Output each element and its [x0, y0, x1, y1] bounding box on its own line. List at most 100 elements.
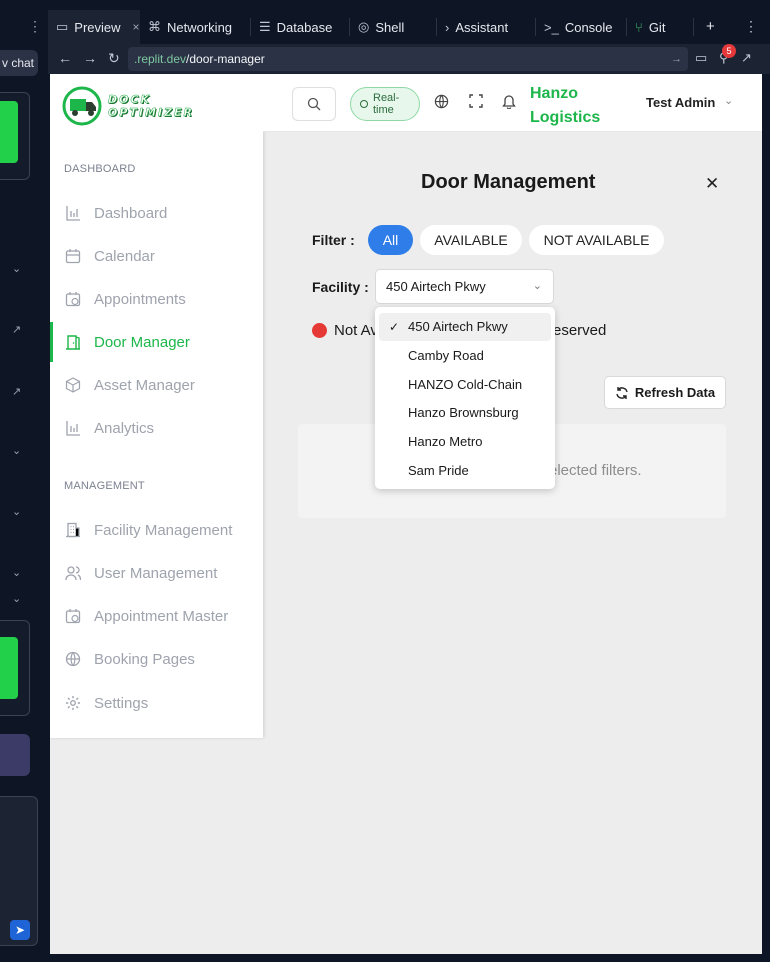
package-icon	[64, 376, 82, 394]
legend-not-available-label: Not Av	[334, 322, 378, 339]
sidebar-item-user-management[interactable]: User Management	[50, 553, 263, 593]
facility-select-value: 450 Airtech Pkwy	[386, 279, 486, 294]
refresh-label: Refresh Data	[634, 385, 716, 400]
tab-label: Git	[648, 19, 666, 35]
truck-logo-icon	[62, 86, 102, 126]
tab-label: Assistant	[455, 19, 509, 35]
facility-option[interactable]: HANZO Cold-Chain	[379, 371, 551, 399]
preview-browser-bar: ← → ↻ .replit.dev/door-manager → ▭ ⚲ 5 ↗	[48, 44, 770, 74]
git-icon: ⑂	[635, 19, 643, 35]
bar-chart-icon	[64, 204, 82, 222]
facility-option[interactable]: ✓ 450 Airtech Pkwy	[379, 313, 551, 341]
shell-icon: ◎	[358, 19, 370, 34]
search-button[interactable]	[292, 87, 336, 121]
tab-database[interactable]: ☰ Database	[251, 10, 349, 44]
open-link-icon[interactable]: ↗	[12, 385, 21, 398]
send-icon[interactable]: ➤	[10, 920, 30, 940]
back-icon[interactable]: ←	[58, 50, 72, 66]
facility-option[interactable]: Hanzo Brownsburg	[379, 399, 551, 427]
sidebar-item-label: Asset Manager	[94, 376, 195, 394]
sidebar: DOCK OPTIMIZER DASHBOARD Dashboard Calen…	[50, 74, 263, 738]
notification-badge: 5	[722, 44, 736, 58]
external-link-icon[interactable]: ↗	[741, 50, 752, 66]
chat-message-card	[0, 92, 30, 180]
sidebar-item-booking-pages[interactable]: Booking Pages	[50, 639, 263, 679]
calendar-icon	[64, 247, 82, 265]
reload-icon[interactable]: ↻	[108, 50, 120, 67]
top-header: Real-time Hanzo Logistics Test Admin ⌄	[263, 74, 762, 132]
sidebar-item-door-manager[interactable]: Door Manager	[50, 322, 263, 362]
url-bar[interactable]: .replit.dev/door-manager →	[128, 47, 688, 71]
filter-all-button[interactable]: All	[368, 225, 413, 255]
sidebar-item-appointment-master[interactable]: Appointment Master	[50, 596, 263, 636]
realtime-toggle[interactable]: Real-time	[350, 87, 420, 121]
tab-networking[interactable]: ⌘ Networking	[140, 10, 250, 44]
logo: DOCK OPTIMIZER	[62, 86, 202, 126]
tab-preview[interactable]: ▭ Preview ×	[48, 10, 140, 44]
chevron-down-icon[interactable]: ⌄	[12, 505, 21, 518]
url-host: .replit.dev	[134, 52, 187, 66]
sidebar-item-label: Appointment Master	[94, 607, 229, 625]
bell-icon[interactable]	[502, 94, 516, 112]
chat-bubble	[0, 734, 30, 776]
refresh-icon	[616, 386, 628, 399]
empty-state-text: elected filters.	[549, 462, 642, 479]
more-icon[interactable]: ⋮	[744, 18, 758, 35]
more-icon[interactable]: ⋮	[28, 18, 42, 35]
facility-option[interactable]: Hanzo Metro	[379, 428, 551, 456]
chat-message-card	[0, 620, 30, 716]
tab-git[interactable]: ⑂ Git	[627, 10, 693, 44]
facility-select[interactable]: 450 Airtech Pkwy ⌄	[375, 269, 554, 304]
close-icon[interactable]: ✕	[705, 174, 719, 194]
devices-icon[interactable]: ▭	[695, 50, 707, 66]
facility-option[interactable]: Camby Road	[379, 342, 551, 370]
refresh-data-button[interactable]: Refresh Data	[604, 376, 726, 409]
legend-not-available-dot	[312, 323, 327, 338]
company-name: Hanzo Logistics	[530, 85, 601, 126]
tab-assistant[interactable]: › Assistant	[437, 10, 535, 44]
sidebar-item-asset-manager[interactable]: Asset Manager	[50, 365, 263, 405]
active-indicator	[50, 322, 53, 362]
logo-wordmark: DOCK OPTIMIZER	[108, 93, 195, 120]
calendar-clock-icon	[64, 607, 82, 625]
close-icon[interactable]: ×	[133, 20, 140, 34]
sidebar-item-settings[interactable]: Settings	[50, 683, 263, 723]
realtime-label: Real-time	[373, 92, 400, 116]
tab-shell[interactable]: ◎ Shell	[350, 10, 436, 44]
fullscreen-icon[interactable]	[469, 94, 483, 111]
sidebar-item-analytics[interactable]: Analytics	[50, 408, 263, 448]
tab-label: Preview	[74, 19, 121, 35]
chevron-down-icon[interactable]: ⌄	[12, 262, 21, 275]
facility-option[interactable]: Sam Pride	[379, 457, 551, 485]
calendar-clock-icon	[64, 290, 82, 308]
sidebar-item-label: Calendar	[94, 247, 155, 265]
chevron-down-icon[interactable]: ⌄	[724, 94, 733, 107]
sidebar-item-appointments[interactable]: Appointments	[50, 279, 263, 319]
url-path: /door-manager	[186, 52, 265, 66]
arrow-right-icon[interactable]: →	[671, 47, 682, 71]
sidebar-item-dashboard[interactable]: Dashboard	[50, 193, 263, 233]
open-link-icon[interactable]: ↗	[12, 323, 21, 336]
new-tab-icon[interactable]: +	[706, 18, 715, 35]
sidebar-item-label: Facility Management	[94, 521, 233, 539]
chevron-down-icon[interactable]: ⌄	[12, 566, 21, 579]
sidebar-item-label: Analytics	[94, 419, 155, 437]
section-label-management: MANAGEMENT	[64, 480, 145, 492]
sidebar-item-label: Appointments	[94, 290, 186, 308]
filter-label: Filter :	[312, 232, 355, 248]
realtime-status-icon	[360, 100, 368, 108]
chevron-down-icon[interactable]: ⌄	[12, 444, 21, 457]
modal-title: Door Management	[421, 171, 596, 193]
tab-console[interactable]: >_ Console	[536, 10, 626, 44]
user-menu[interactable]: Test Admin	[646, 95, 715, 110]
forward-icon[interactable]: →	[83, 50, 97, 66]
filter-available-button[interactable]: AVAILABLE	[420, 225, 522, 255]
language-globe-icon[interactable]	[434, 94, 449, 112]
new-chat-button[interactable]: v chat	[0, 50, 38, 76]
sidebar-item-calendar[interactable]: Calendar	[50, 236, 263, 276]
chevron-down-icon[interactable]: ⌄	[12, 592, 21, 605]
filter-not-available-button[interactable]: NOT AVAILABLE	[529, 225, 664, 255]
network-icon: ⌘	[148, 19, 161, 34]
gear-icon	[64, 694, 82, 712]
sidebar-item-facility-management[interactable]: Facility Management	[50, 510, 263, 550]
